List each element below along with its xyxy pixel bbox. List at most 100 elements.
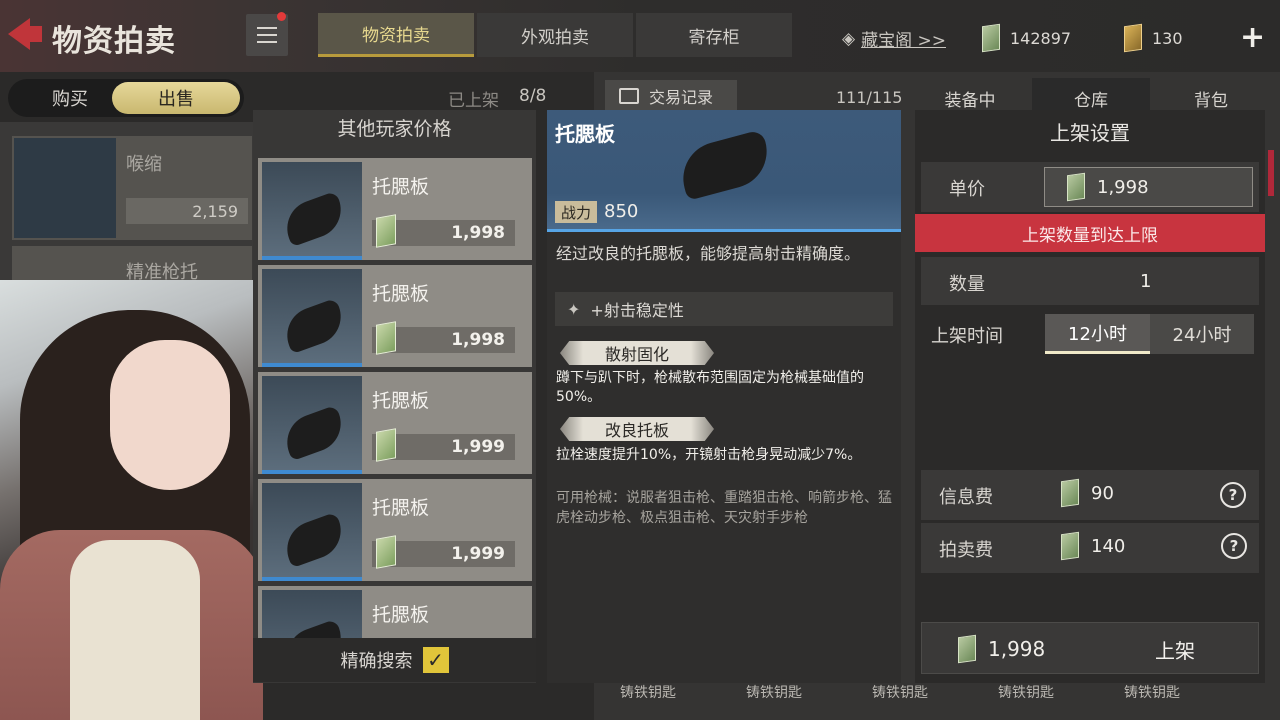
auction-fee: 140 bbox=[1061, 531, 1126, 561]
cash-icon bbox=[376, 428, 396, 462]
quantity-row: 数量 bbox=[921, 257, 1259, 305]
cash-icon bbox=[958, 634, 976, 664]
precise-search-label: 精确搜索 bbox=[340, 651, 413, 672]
inventory-capacity: 111/115 bbox=[836, 88, 903, 107]
list-item[interactable]: 喉缩 2,159 bbox=[12, 136, 252, 240]
perk-badge: 散射固化 bbox=[560, 341, 714, 365]
price-listing-card[interactable]: 托腮板 1,999 bbox=[258, 372, 532, 474]
duration-24h-option[interactable]: 24小时 bbox=[1150, 314, 1254, 354]
perk-badge: 改良托板 bbox=[560, 417, 714, 441]
item-detail-name: 托腮板 bbox=[555, 122, 615, 146]
price-listing-card[interactable]: 托腮板 1,998 bbox=[258, 265, 532, 367]
listed-label: 已上架 bbox=[448, 91, 499, 111]
help-icon[interactable]: ? bbox=[1221, 533, 1247, 559]
other-players-title: 其他玩家价格 bbox=[337, 118, 452, 140]
price-listing-card[interactable]: 托腮板 1,999 bbox=[258, 479, 532, 581]
auction-fee-label: 拍卖费 bbox=[939, 540, 993, 561]
webcam-overlay bbox=[0, 280, 263, 720]
auction-fee-value: 140 bbox=[1091, 535, 1126, 557]
gold-value: 130 bbox=[1152, 28, 1183, 48]
inventory-item-label[interactable]: 铸铁钥匙 bbox=[620, 682, 676, 708]
unit-price-label: 单价 bbox=[949, 179, 985, 200]
back-arrow-icon[interactable] bbox=[4, 14, 44, 54]
trade-record-label: 交易记录 bbox=[649, 88, 714, 107]
stability-icon: ✦ bbox=[567, 299, 581, 319]
cash-icon bbox=[982, 23, 1000, 53]
tab-label: 背包 bbox=[1194, 90, 1228, 111]
inventory-bottom-row: 铸铁钥匙 铸铁钥匙 铸铁钥匙 铸铁钥匙 铸铁钥匙 bbox=[620, 682, 1180, 708]
item-thumbnail bbox=[262, 376, 362, 474]
cheek-pad-icon bbox=[279, 190, 349, 248]
trade-record-button[interactable]: 交易记录 bbox=[605, 80, 737, 112]
cheek-pad-icon bbox=[279, 297, 349, 355]
item-thumbnail bbox=[262, 162, 362, 260]
listing-name: 托腮板 bbox=[372, 176, 430, 198]
tab-label: 寄存柜 bbox=[688, 27, 740, 48]
buy-button[interactable]: 购买 bbox=[12, 82, 128, 114]
power-badge: 战力 bbox=[555, 201, 597, 223]
inventory-item-label[interactable]: 铸铁钥匙 bbox=[746, 682, 802, 708]
unit-price-value: 1,998 bbox=[1097, 176, 1149, 198]
record-icon bbox=[619, 88, 639, 104]
cash-value: 142897 bbox=[1010, 28, 1072, 48]
item-thumbnail bbox=[262, 483, 362, 581]
listed-count: 8/8 bbox=[519, 86, 547, 106]
inventory-item-label[interactable]: 铸铁钥匙 bbox=[998, 682, 1054, 708]
precise-search-toggle[interactable]: 精确搜索 ✓ bbox=[253, 638, 536, 682]
shirt-shape bbox=[70, 540, 200, 720]
duration-12h-option[interactable]: 12小时 bbox=[1045, 314, 1150, 354]
inventory-item-label[interactable]: 铸铁钥匙 bbox=[872, 682, 928, 708]
info-fee-row: 信息费 90 ? bbox=[921, 470, 1259, 520]
tab-label: 外观拍卖 bbox=[521, 27, 589, 48]
price-listing-card[interactable]: 托腮板 1,998 bbox=[258, 158, 532, 260]
price-listing-card[interactable]: 托腮板 bbox=[258, 586, 532, 638]
cash-icon bbox=[376, 535, 396, 569]
cash-balance: 142897 bbox=[982, 23, 1072, 53]
inventory-item-label[interactable]: 铸铁钥匙 bbox=[1124, 682, 1180, 708]
checkbox-checked-icon[interactable]: ✓ bbox=[422, 647, 449, 673]
cheek-pad-icon bbox=[279, 511, 349, 569]
perk-description: 拉栓速度提升10%，开镜射击枪身晃动减少7%。 bbox=[556, 447, 862, 463]
stat-row: ✦ +射击稳定性 bbox=[555, 292, 893, 326]
cash-icon bbox=[1061, 478, 1079, 508]
listing-name: 托腮板 bbox=[372, 497, 430, 519]
sell-button[interactable]: 出售 bbox=[112, 82, 240, 114]
cash-icon bbox=[1061, 531, 1079, 561]
tab-label: 物资拍卖 bbox=[362, 26, 430, 46]
list-item-button[interactable]: 上架 bbox=[1140, 634, 1210, 664]
unit-price-input[interactable]: 1,998 bbox=[1044, 167, 1253, 207]
info-fee: 90 bbox=[1061, 478, 1114, 508]
item-thumbnail bbox=[14, 138, 116, 238]
perk-description: 蹲下与趴下时，枪械散布范围固定为枪械基础值的50%。 bbox=[556, 370, 864, 405]
auction-fee-row: 拍卖费 140 ? bbox=[921, 523, 1259, 573]
tab-appearance-auction[interactable]: 外观拍卖 bbox=[477, 13, 633, 57]
face-shape bbox=[110, 340, 230, 490]
vault-link[interactable]: ◈ 藏宝阁 >> bbox=[842, 26, 946, 52]
total-price-value: 1,998 bbox=[988, 637, 1046, 661]
tab-material-auction[interactable]: 物资拍卖 bbox=[318, 13, 474, 57]
item-thumbnail bbox=[262, 269, 362, 367]
listing-name: 托腮板 bbox=[372, 390, 430, 412]
item-price: 2,159 bbox=[126, 198, 248, 224]
duration-label: 上架时间 bbox=[931, 326, 1003, 347]
info-fee-label: 信息费 bbox=[939, 487, 993, 508]
stat-label: +射击稳定性 bbox=[590, 301, 684, 320]
listing-settings-title: 上架设置 bbox=[1050, 121, 1130, 145]
item-name: 喉缩 bbox=[126, 154, 162, 175]
tab-storage-locker[interactable]: 寄存柜 bbox=[636, 13, 792, 57]
tab-label: 仓库 bbox=[1074, 90, 1108, 111]
cheek-pad-icon bbox=[279, 404, 349, 462]
page-title: 物资拍卖 bbox=[52, 24, 176, 59]
notification-dot bbox=[277, 12, 286, 21]
quantity-value[interactable]: 1 bbox=[1140, 271, 1151, 292]
cheek-pad-icon bbox=[279, 618, 349, 638]
help-icon[interactable]: ? bbox=[1220, 482, 1246, 508]
compatible-weapons: 可用枪械：说服者狙击枪、重踏狙击枪、响箭步枪、猛虎栓动步枪、极点狙击枪、天灾射手… bbox=[556, 490, 892, 526]
info-fee-value: 90 bbox=[1091, 482, 1114, 504]
add-currency-button[interactable]: + bbox=[1240, 20, 1265, 55]
total-price: 1,998 bbox=[958, 634, 1046, 664]
item-description: 经过改良的托腮板，能够提高射击精确度。 bbox=[556, 244, 861, 263]
gold-icon bbox=[1124, 23, 1142, 53]
cash-icon bbox=[376, 321, 396, 355]
scrollbar-thumb[interactable] bbox=[1268, 150, 1274, 196]
